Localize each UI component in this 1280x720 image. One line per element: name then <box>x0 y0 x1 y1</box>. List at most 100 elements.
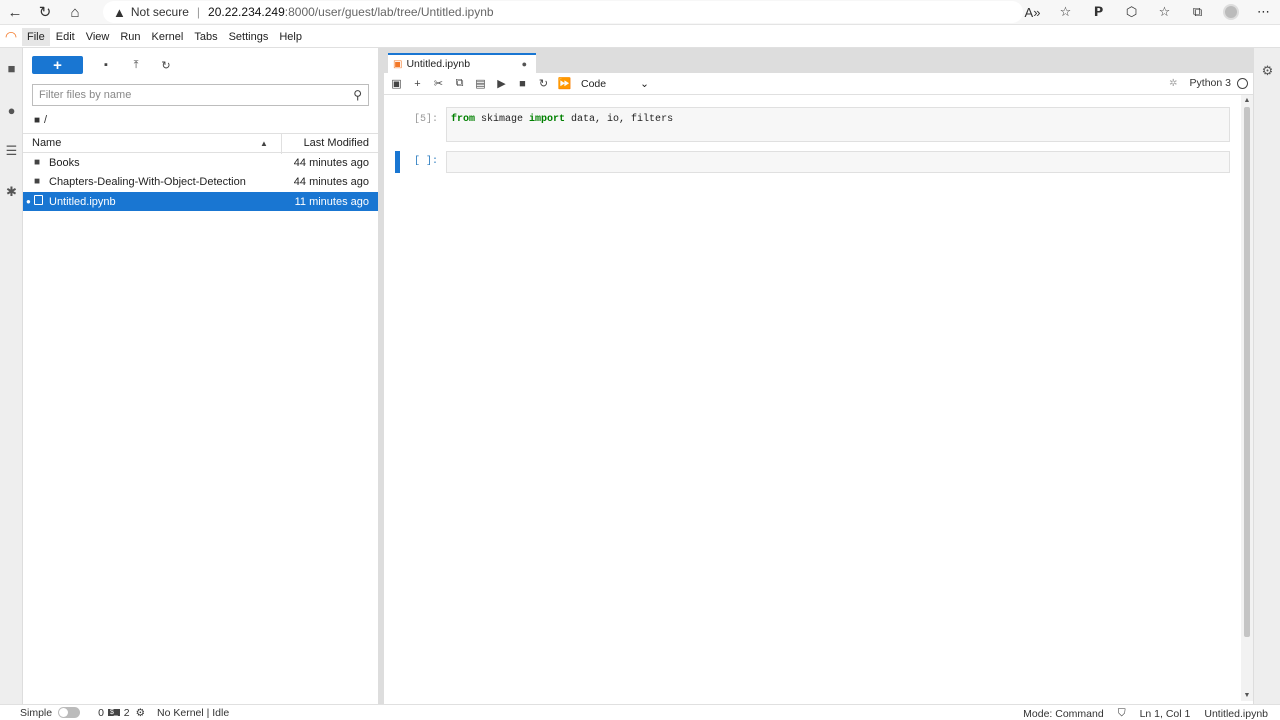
file-list-header: Name ▲ Last Modified <box>23 133 378 154</box>
new-launcher-button[interactable]: + <box>32 56 83 74</box>
notebook-panel: [5]: from skimage import data, io, filte… <box>384 95 1241 701</box>
run-all-icon[interactable]: ⏩ <box>554 74 575 94</box>
run-icon[interactable]: ▶ <box>491 74 512 94</box>
jupyter-logo-icon: ◠ <box>5 28 17 44</box>
scroll-up-icon[interactable]: ▲ <box>1241 97 1253 104</box>
folder-icon: ■ <box>34 176 41 187</box>
tab-title: Untitled.ipynb <box>406 58 471 70</box>
file-row-selected[interactable]: ● Untitled.ipynb 11 minutes ago <box>23 192 378 211</box>
active-cell-marker <box>395 151 400 173</box>
chevron-down-icon: ⌄ <box>640 77 649 90</box>
simple-mode-label: Simple <box>20 706 53 719</box>
simple-mode-toggle[interactable] <box>58 707 81 718</box>
extension-p-icon[interactable]: 𝗣 <box>1082 0 1115 24</box>
toc-icon[interactable]: ☰ <box>0 140 23 162</box>
new-folder-icon[interactable]: ▪ <box>91 56 121 74</box>
browser-actions: A» ☆ 𝗣 ⬡ ☆ ⧉ ⋯ <box>1016 0 1280 24</box>
favorites-icon[interactable]: ☆ <box>1148 0 1181 24</box>
terminal-count[interactable]: 0 <box>98 707 104 719</box>
terminal-icon: $_ <box>107 709 120 716</box>
paste-icon[interactable]: ▤ <box>470 74 491 94</box>
file-name: Untitled.ipynb <box>49 195 116 208</box>
kernel-count[interactable]: 2 <box>124 707 130 719</box>
collections-icon[interactable]: ⧉ <box>1181 0 1214 24</box>
tab-bar: ▣ Untitled.ipynb ● <box>384 48 1280 73</box>
file-name: Books <box>49 156 80 169</box>
back-icon[interactable]: ← <box>0 0 30 24</box>
breadcrumb[interactable]: ■ / <box>34 114 47 126</box>
insert-cell-icon[interactable]: + <box>407 74 428 94</box>
kernel-icon: ⚙ <box>135 706 146 719</box>
cut-icon[interactable]: ✂ <box>428 74 449 94</box>
file-modified: 44 minutes ago <box>293 156 369 169</box>
cell-type-select[interactable]: Code ⌄ <box>581 78 649 90</box>
home-icon[interactable]: ⌂ <box>60 0 90 24</box>
running-dot-icon: ● <box>26 197 31 206</box>
code-keyword-import: import <box>529 114 566 125</box>
right-activity-bar: ⚙ <box>1253 48 1280 704</box>
filter-input[interactable] <box>39 89 339 101</box>
column-divider <box>281 134 282 154</box>
kernel-indicator[interactable]: ✲ Python 3 <box>1169 77 1248 89</box>
running-icon[interactable]: ● <box>0 99 23 121</box>
menu-help[interactable]: Help <box>274 28 307 46</box>
code-rest: data, io, filters <box>565 114 674 125</box>
cell-editor[interactable]: from skimage import data, io, filters <box>446 107 1230 142</box>
url-host: 20.22.234.249 <box>208 5 285 19</box>
status-right: Mode: Command ⛉ Ln 1, Col 1 Untitled.ipy… <box>1023 707 1268 720</box>
file-modified: 11 minutes ago <box>294 195 369 208</box>
menu-run[interactable]: Run <box>115 28 145 46</box>
upload-icon[interactable]: ⤒ <box>121 56 151 74</box>
restart-icon[interactable]: ↻ <box>533 74 554 94</box>
column-name[interactable]: Name <box>32 137 61 149</box>
file-row[interactable]: ■ Books 44 minutes ago <box>23 153 378 172</box>
unsaved-dot-icon[interactable]: ● <box>522 59 527 69</box>
file-browser-toolbar: + ▪ ⤒ ↻ <box>32 56 181 74</box>
warning-icon: ▲ <box>113 4 126 20</box>
copy-icon[interactable]: ⧉ <box>449 74 470 94</box>
file-row[interactable]: ■ Chapters-Dealing-With-Object-Detection… <box>23 172 378 191</box>
reload-icon[interactable]: ↻ <box>30 0 60 24</box>
menu-bar: ◠ File Edit View Run Kernel Tabs Setting… <box>0 26 1280 48</box>
security-label: Not secure <box>130 5 189 19</box>
folder-icon[interactable]: ■ <box>0 57 23 79</box>
search-icon: ⚲ <box>353 88 362 102</box>
more-icon[interactable]: ⋯ <box>1247 0 1280 24</box>
kernel-status[interactable]: No Kernel | Idle <box>157 707 229 719</box>
status-filename: Untitled.ipynb <box>1204 707 1268 720</box>
menu-settings[interactable]: Settings <box>224 28 274 46</box>
notebook-scrollbar[interactable]: ▲ ▼ <box>1241 95 1253 701</box>
refresh-icon[interactable]: ↻ <box>151 56 181 74</box>
extension-icon[interactable]: ✱ <box>0 181 23 203</box>
sort-ascending-icon[interactable]: ▲ <box>260 139 268 148</box>
code-keyword-from: from <box>451 114 476 125</box>
filter-field: ⚲ <box>32 84 369 106</box>
address-bar[interactable]: ▲ Not secure | 20.22.234.249 :8000/user/… <box>103 1 1023 23</box>
notebook-icon: ▣ <box>393 58 403 70</box>
scroll-down-icon[interactable]: ▼ <box>1241 692 1253 699</box>
menu-file[interactable]: File <box>22 27 50 46</box>
left-activity-bar: ■ ● ☰ ✱ <box>0 48 23 704</box>
breadcrumb-root[interactable]: / <box>44 114 47 126</box>
menu-view[interactable]: View <box>81 28 115 46</box>
favorite-add-icon[interactable]: ☆ <box>1049 0 1082 24</box>
scroll-thumb[interactable] <box>1244 107 1250 637</box>
property-inspector-icon[interactable]: ⚙ <box>1256 60 1279 82</box>
menu-tabs[interactable]: Tabs <box>189 28 222 46</box>
tab-untitled-ipynb[interactable]: ▣ Untitled.ipynb ● <box>388 53 536 73</box>
save-icon[interactable]: ▣ <box>386 74 407 94</box>
extensions-icon[interactable]: ⬡ <box>1115 0 1148 24</box>
read-aloud-icon[interactable]: A» <box>1016 0 1049 24</box>
shield-icon: ⛉ <box>1117 707 1126 719</box>
notebook-toolbar: ▣ + ✂ ⧉ ▤ ▶ ■ ↻ ⏩ Code ⌄ ✲ Python 3 <box>384 73 1254 95</box>
menu-edit[interactable]: Edit <box>51 28 80 46</box>
cursor-position[interactable]: Ln 1, Col 1 <box>1140 708 1191 720</box>
column-last-modified[interactable]: Last Modified <box>304 137 369 149</box>
profile-avatar[interactable] <box>1214 0 1247 24</box>
stop-icon[interactable]: ■ <box>512 74 533 94</box>
browser-toolbar: ← ↻ ⌂ ▲ Not secure | 20.22.234.249 :8000… <box>0 0 1280 25</box>
mode-indicator: Mode: Command <box>1023 707 1104 720</box>
code-module: skimage <box>475 114 530 125</box>
menu-kernel[interactable]: Kernel <box>147 28 189 46</box>
cell-editor[interactable] <box>446 151 1230 173</box>
